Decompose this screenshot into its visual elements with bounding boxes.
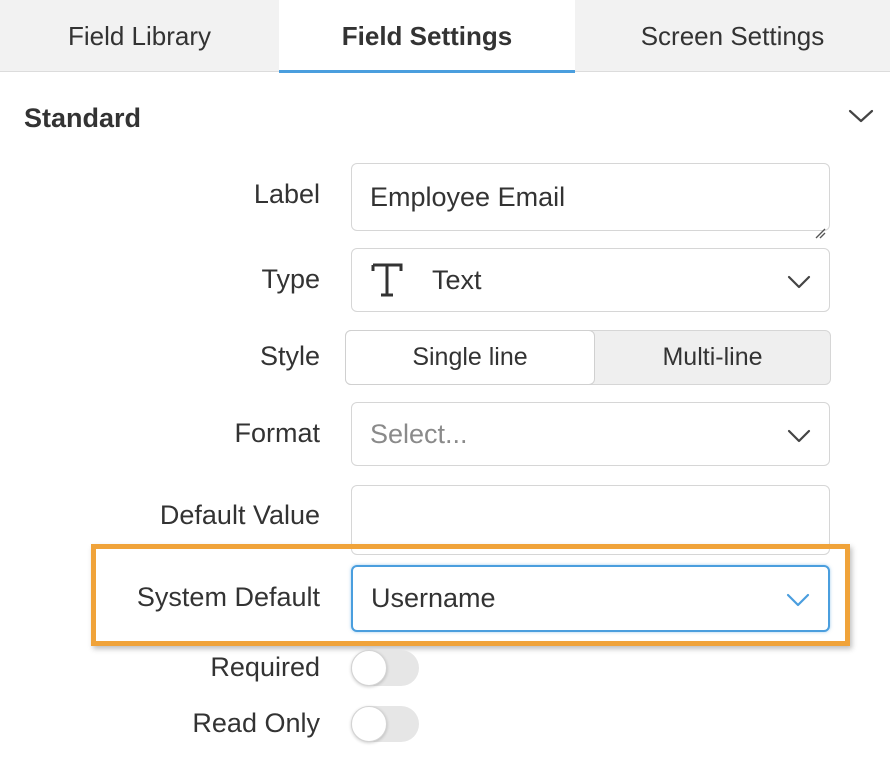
type-select-value: Text xyxy=(432,264,482,295)
label-field-label: Label xyxy=(253,179,320,209)
toggle-knob xyxy=(351,706,387,742)
tab-field-settings[interactable]: Field Settings xyxy=(279,0,575,73)
label-read-only: Read Only xyxy=(192,708,320,738)
resize-handle-icon[interactable] xyxy=(814,215,826,239)
format-select[interactable]: Select... xyxy=(351,402,830,466)
label-input-value: Employee Email xyxy=(370,181,566,212)
tab-label: Field Library xyxy=(67,20,212,51)
tab-field-library[interactable]: Field Library xyxy=(0,0,279,72)
format-select-placeholder: Select... xyxy=(370,418,468,449)
section-title: Standard xyxy=(24,102,142,133)
label-required: Required xyxy=(210,652,320,682)
system-default-select-value: Username xyxy=(371,583,496,613)
tab-label: Field Settings xyxy=(341,20,513,51)
style-segmented-control: Single line Multi-line xyxy=(345,330,831,385)
system-default-select[interactable]: Username xyxy=(351,565,830,632)
tab-bar: Field Library Field Settings Screen Sett… xyxy=(0,0,890,73)
type-select[interactable]: Text xyxy=(351,248,830,312)
chevron-down-icon xyxy=(787,265,811,296)
chevron-down-icon xyxy=(786,583,810,614)
chevron-down-icon[interactable] xyxy=(848,108,874,129)
label-input[interactable]: Employee Email xyxy=(351,163,830,239)
label-format: Format xyxy=(234,418,320,448)
label-default-value: Default Value xyxy=(159,500,320,530)
required-toggle[interactable] xyxy=(351,650,419,686)
tab-label: Screen Settings xyxy=(640,20,825,51)
style-option-label: Single line xyxy=(412,343,528,371)
tab-screen-settings[interactable]: Screen Settings xyxy=(575,0,890,72)
text-type-icon xyxy=(370,263,404,297)
toggle-knob xyxy=(351,650,387,686)
style-option-multi-line[interactable]: Multi-line xyxy=(595,331,830,384)
read-only-toggle[interactable] xyxy=(351,706,419,742)
chevron-down-icon xyxy=(787,419,811,450)
label-style: Style xyxy=(259,341,320,371)
label-system-default: System Default xyxy=(136,582,320,612)
section-header-standard[interactable]: Standard xyxy=(0,88,890,148)
style-option-single-line[interactable]: Single line xyxy=(345,330,595,385)
style-option-label: Multi-line xyxy=(662,343,763,371)
label-type: Type xyxy=(261,264,320,294)
